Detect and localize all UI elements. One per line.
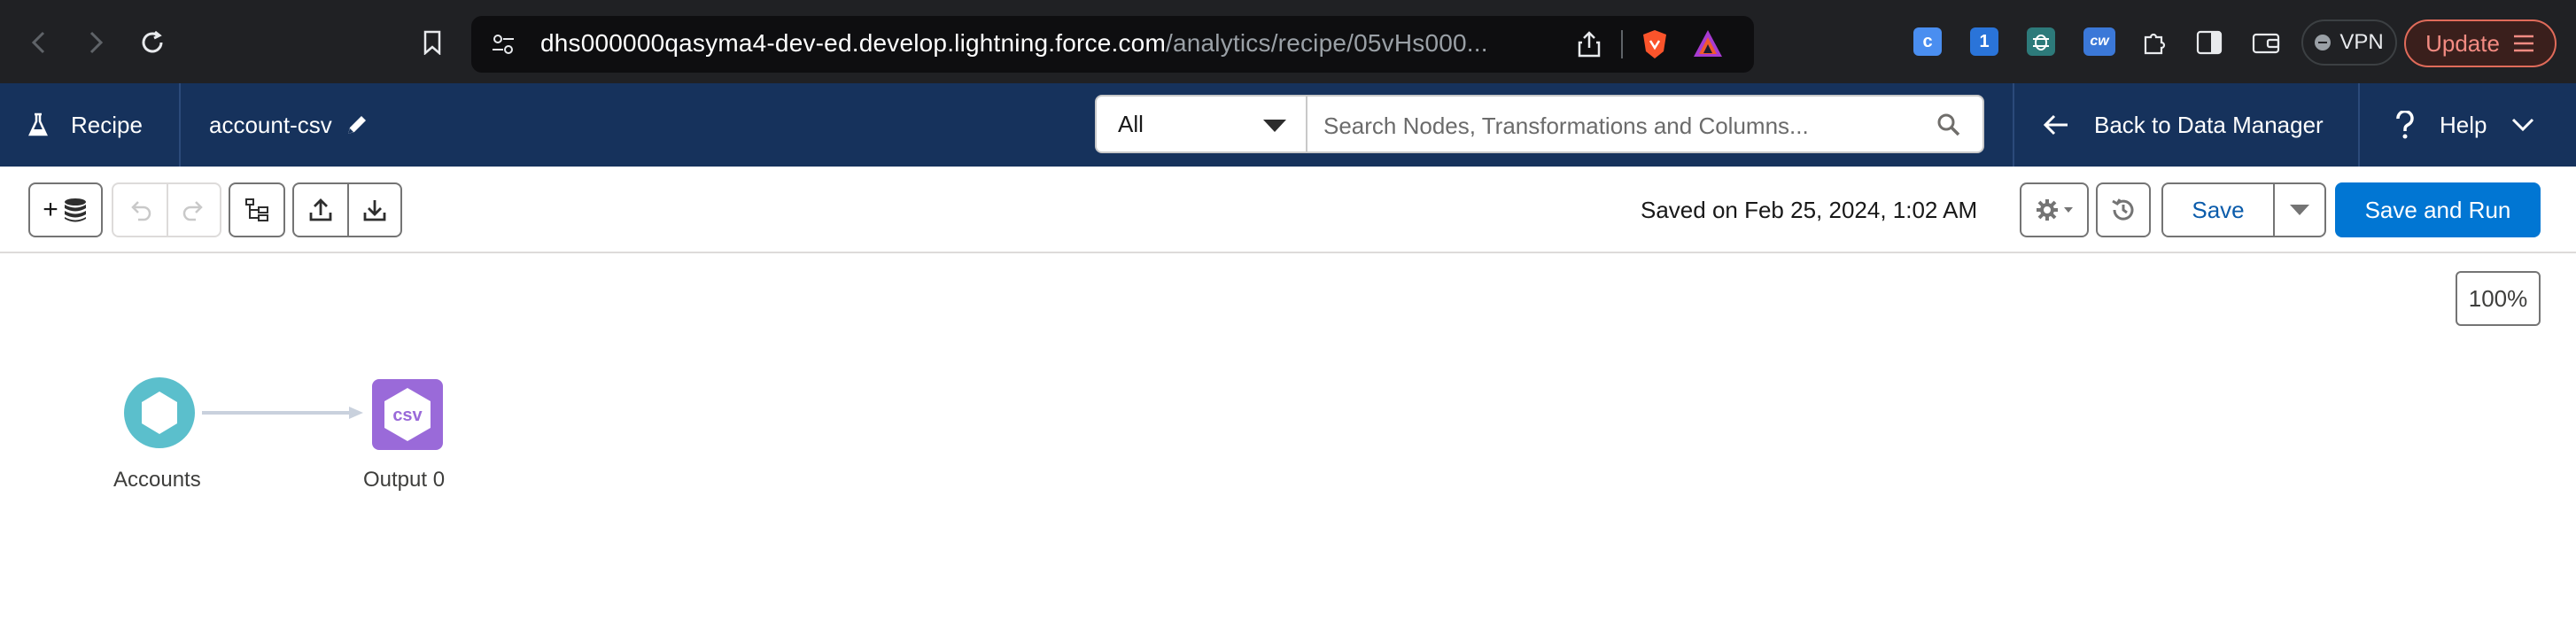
- hierarchy-icon: [245, 198, 268, 221]
- back-nav-button[interactable]: [19, 23, 58, 62]
- browser-toolbar: dhs000000qasyma4-dev-ed.develop.lightnin…: [0, 0, 2576, 83]
- vpn-status-icon: [2315, 35, 2332, 50]
- save-and-run-label: Save and Run: [2364, 196, 2511, 223]
- search-input[interactable]: Search Nodes, Transformations and Column…: [1306, 95, 1984, 153]
- search-icon: [1937, 113, 1960, 136]
- redo-icon: [182, 201, 203, 221]
- zoom-level[interactable]: 100%: [2456, 271, 2541, 326]
- url-divider: [1621, 30, 1623, 58]
- filter-value: All: [1118, 110, 1144, 137]
- site-settings-icon: [493, 35, 514, 54]
- caret-down-icon: [1263, 120, 1286, 132]
- sidebar-icon: [2196, 30, 2223, 55]
- saved-status: Saved on Feb 25, 2024, 1:02 AM: [1641, 197, 1978, 223]
- extensions-button[interactable]: [2135, 23, 2174, 62]
- address-bar[interactable]: dhs000000qasyma4-dev-ed.develop.lightnin…: [471, 16, 1754, 73]
- search-placeholder: Search Nodes, Transformations and Column…: [1323, 112, 1809, 139]
- update-label: Update: [2425, 29, 2500, 57]
- gear-icon: [2037, 199, 2058, 221]
- history-button[interactable]: [2096, 182, 2151, 237]
- ext-bug-icon[interactable]: [2027, 27, 2055, 56]
- back-label: Back to Data Manager: [2094, 111, 2324, 138]
- brave-rewards-icon[interactable]: [1692, 28, 1724, 58]
- save-options-button[interactable]: [2273, 182, 2326, 237]
- forward-nav-button[interactable]: [76, 23, 115, 62]
- undo-icon: [131, 201, 151, 221]
- hexagon-icon[interactable]: [124, 377, 195, 448]
- history-icon: [2112, 198, 2134, 221]
- back-to-data-manager-button[interactable]: Back to Data Manager: [2013, 83, 2360, 167]
- search-filter-select[interactable]: All: [1095, 95, 1307, 153]
- ext-1password-letter: 1: [1979, 31, 1990, 51]
- ext-cw-letters: cw: [2090, 34, 2109, 49]
- node-label: Accounts: [113, 468, 201, 492]
- csv-icon-text: csv: [392, 406, 423, 425]
- vpn-button[interactable]: VPN: [2301, 19, 2397, 66]
- url-path: /analytics/recipe/05vHs000...: [1165, 29, 1488, 57]
- reload-icon: [142, 30, 163, 53]
- url-host: dhs000000qasyma4-dev-ed.develop.lightnin…: [540, 29, 1166, 57]
- database-icon: [64, 198, 86, 222]
- settings-menu-button[interactable]: [2020, 182, 2089, 237]
- caret-down-icon: [2290, 205, 2309, 215]
- save-button[interactable]: Save: [2161, 182, 2275, 237]
- recipe-canvas[interactable]: 100% Accounts csv Output 0: [0, 255, 2576, 636]
- app-header: Recipe account-csv All Search Nodes, Tra…: [0, 83, 2576, 167]
- add-data-plus: +: [43, 195, 58, 224]
- csv-icon[interactable]: csv: [372, 379, 443, 450]
- recipe-name: account-csv: [209, 111, 332, 138]
- arrow-left-icon: [2043, 114, 2068, 136]
- question-mark-icon: [2396, 111, 2414, 139]
- share-icon[interactable]: [1577, 30, 1602, 58]
- ext-c-icon[interactable]: c: [1913, 27, 1942, 56]
- chevron-right-icon: [89, 31, 104, 54]
- node-connector: [202, 407, 363, 419]
- upload-icon: [309, 198, 332, 221]
- menu-icon: [2513, 35, 2533, 52]
- download-icon: [363, 200, 386, 221]
- node-label: Output 0: [363, 468, 446, 492]
- recipe-title: account-csv: [209, 83, 369, 167]
- upload-button[interactable]: [292, 182, 349, 237]
- chevron-left-icon: [31, 31, 45, 54]
- help-label: Help: [2440, 111, 2487, 138]
- wallet-button[interactable]: [2246, 23, 2285, 62]
- app-label: Recipe: [71, 111, 143, 138]
- update-button[interactable]: Update: [2404, 19, 2557, 67]
- add-input-data-button[interactable]: +: [28, 182, 103, 237]
- ext-c-letter: c: [1922, 31, 1933, 51]
- ext-cw-icon[interactable]: cw: [2083, 27, 2115, 56]
- save-and-run-button[interactable]: Save and Run: [2335, 182, 2541, 237]
- ext-1password-icon[interactable]: 1: [1970, 27, 1998, 56]
- download-button[interactable]: [347, 182, 402, 237]
- sidebar-toggle-button[interactable]: [2190, 23, 2229, 62]
- graph-layout-button[interactable]: [229, 182, 285, 237]
- brave-shield-icon[interactable]: [1641, 28, 1669, 60]
- pencil-icon[interactable]: [345, 112, 369, 137]
- vpn-label: VPN: [2339, 30, 2384, 54]
- caret-down-icon: [2064, 207, 2073, 213]
- bookmark-button[interactable]: [413, 23, 452, 62]
- redo-button[interactable]: [167, 182, 221, 237]
- save-label: Save: [2192, 196, 2245, 223]
- chevron-down-icon: [2512, 118, 2534, 132]
- recipe-toolbar: + Saved on Feb 25, 2024, 1:02 AM Save Sa…: [0, 167, 2576, 253]
- undo-button[interactable]: [112, 182, 168, 237]
- wallet-icon: [2252, 33, 2280, 54]
- bookmark-icon: [423, 30, 441, 55]
- help-menu-button[interactable]: Help: [2360, 83, 2576, 167]
- url-text: dhs000000qasyma4-dev-ed.develop.lightnin…: [540, 29, 1488, 58]
- reload-button[interactable]: [133, 23, 172, 62]
- flask-icon: [28, 112, 48, 136]
- bug-icon: [2033, 35, 2049, 50]
- recipe-app-label: Recipe: [0, 83, 181, 167]
- puzzle-icon: [2144, 33, 2166, 55]
